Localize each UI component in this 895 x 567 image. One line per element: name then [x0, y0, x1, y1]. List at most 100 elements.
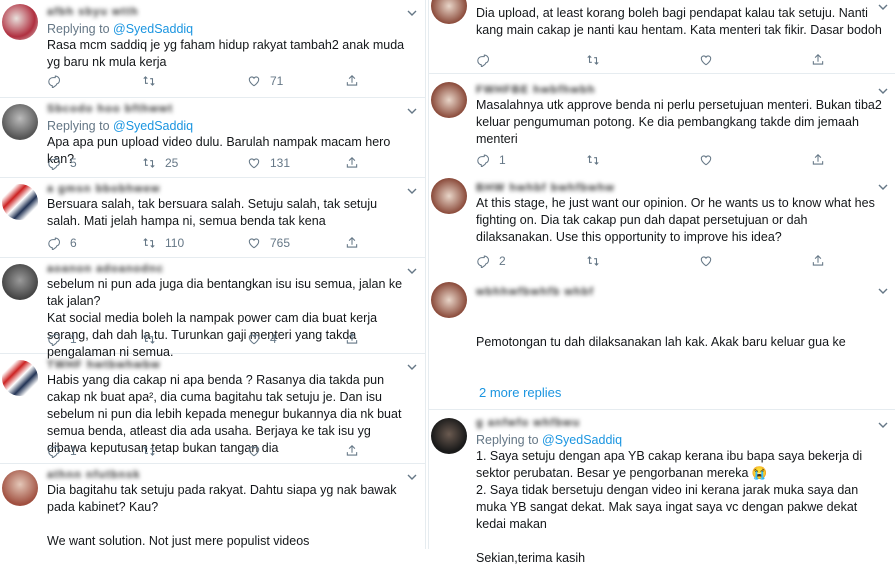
reply-button[interactable]: 5: [47, 155, 77, 171]
author-name[interactable]: TWHF hwtbwhwbw: [47, 359, 411, 372]
retweet-button[interactable]: [142, 331, 165, 347]
like-button[interactable]: [699, 152, 722, 168]
retweet-button[interactable]: [142, 443, 165, 459]
share-button[interactable]: [811, 253, 825, 269]
avatar[interactable]: [431, 178, 467, 214]
author-name[interactable]: FWHFBE hwbfhwbh: [476, 84, 882, 97]
retweet-button[interactable]: 25: [142, 155, 178, 171]
avatar[interactable]: [431, 0, 467, 24]
tweet-text: At this stage, he just want our opinion.…: [476, 196, 875, 244]
retweet-icon: [142, 156, 156, 170]
reply-button[interactable]: 6: [47, 235, 77, 251]
mention-link[interactable]: @SyedSaddiq: [113, 22, 193, 36]
reply-context: Replying to @SyedSaddiq: [47, 118, 411, 134]
reply-button[interactable]: 1: [47, 443, 77, 459]
avatar[interactable]: [2, 4, 38, 40]
like-button[interactable]: [699, 52, 722, 68]
reply-button[interactable]: 2: [476, 253, 506, 269]
like-button[interactable]: 765: [247, 235, 290, 251]
heart-icon: [247, 74, 261, 88]
heart-icon: [247, 156, 261, 170]
tweet[interactable]: athnn nfutbnsk Dia bagitahu tak setuju p…: [0, 464, 425, 549]
author-name[interactable]: BHW hwhbf bwhfbwhw: [476, 182, 882, 195]
tweet-text: Pemotongan tu dah dilaksanakan lah kak. …: [476, 335, 846, 349]
share-button[interactable]: [345, 443, 359, 459]
heart-icon: [247, 332, 261, 346]
tweet-actions: 1 4: [47, 331, 347, 347]
tweet[interactable]: BHW hwhbf bwhfbwhw At this stage, he jus…: [429, 172, 895, 276]
share-button[interactable]: [811, 152, 825, 168]
author-name[interactable]: wbhhwfbwhfb whbf: [476, 286, 882, 299]
mention-link[interactable]: @SyedSaddiq: [113, 119, 193, 133]
share-icon: [345, 236, 359, 250]
like-button[interactable]: [247, 443, 270, 459]
reply-context: Replying to @SyedSaddiq: [47, 21, 411, 37]
share-button[interactable]: [345, 155, 359, 171]
tweet-text: Bersuara salah, tak bersuara salah. Setu…: [47, 197, 378, 228]
tweet-actions: 5 25 131: [47, 155, 347, 171]
reply-button[interactable]: [476, 52, 499, 68]
author-name[interactable]: Sbcodo hoo bfthwwt: [47, 103, 411, 116]
tweet-text: sebelum ni pun ada juga dia bentangkan i…: [47, 277, 403, 359]
tweet[interactable]: afbh sbyu wtth Replying to @SyedSaddiq R…: [0, 0, 425, 98]
tweet-actions: [476, 52, 776, 68]
reply-count: 5: [70, 156, 77, 170]
reply-icon: [47, 444, 61, 458]
reply-button[interactable]: 1: [47, 331, 77, 347]
tweet-text: 1. Saya setuju dengan apa YB cakap keran…: [476, 449, 863, 565]
like-button[interactable]: [699, 253, 722, 269]
like-count: 71: [270, 74, 284, 88]
heart-icon: [699, 254, 713, 268]
avatar[interactable]: [2, 104, 38, 140]
tweet-text: Dia bagitahu tak setuju pada rakyat. Dah…: [47, 483, 397, 548]
author-name[interactable]: g anfwfo whfbwu: [476, 417, 882, 430]
tweet[interactable]: aoanon adoanodnc sebelum ni pun ada juga…: [0, 258, 425, 359]
share-icon: [345, 156, 359, 170]
more-replies-link[interactable]: 2 more replies: [479, 385, 561, 400]
tweet[interactable]: wbhhwfbwhfb whbf Pemotongan tu dah dilak…: [429, 276, 895, 356]
like-button[interactable]: 4: [247, 331, 277, 347]
replies-column-left: afbh sbyu wtth Replying to @SyedSaddiq R…: [0, 0, 426, 549]
tweet[interactable]: Dia upload, at least korang boleh bagi p…: [429, 0, 895, 74]
tweet[interactable]: a gmsn bbobhwew Bersuara salah, tak bers…: [0, 178, 425, 258]
share-icon: [811, 254, 825, 268]
avatar[interactable]: [431, 282, 467, 318]
author-name[interactable]: a gmsn bbobhwew: [47, 183, 411, 196]
like-button[interactable]: 71: [247, 73, 283, 89]
avatar[interactable]: [431, 82, 467, 118]
avatar[interactable]: [2, 470, 38, 506]
heart-icon: [699, 153, 713, 167]
retweet-count: 110: [165, 236, 185, 250]
author-name[interactable]: aoanon adoanodnc: [47, 263, 411, 276]
mention-link[interactable]: @SyedSaddiq: [542, 433, 622, 447]
retweet-button[interactable]: [586, 152, 609, 168]
avatar[interactable]: [2, 264, 38, 300]
reply-context: Replying to @SyedSaddiq: [476, 432, 882, 448]
avatar[interactable]: [431, 418, 467, 454]
retweet-button[interactable]: 110: [142, 235, 184, 251]
avatar[interactable]: [2, 184, 38, 220]
reply-button[interactable]: [47, 73, 70, 89]
share-button[interactable]: [345, 331, 359, 347]
retweet-button[interactable]: [142, 73, 165, 89]
reply-count: 1: [70, 444, 77, 458]
tweet[interactable]: FWHFBE hwbfhwbh Masalahnya utk approve b…: [429, 74, 895, 172]
reply-button[interactable]: 1: [476, 152, 506, 168]
avatar[interactable]: [2, 360, 38, 396]
tweet[interactable]: TWHF hwtbwhwbw Habis yang dia cakap ni a…: [0, 354, 425, 464]
share-icon: [345, 332, 359, 346]
replying-to-label: Replying to: [47, 22, 110, 36]
tweet[interactable]: Sbcodo hoo bfthwwt Replying to @SyedSadd…: [0, 98, 425, 178]
share-button[interactable]: [345, 73, 359, 89]
share-button[interactable]: [811, 52, 825, 68]
retweet-button[interactable]: [586, 52, 609, 68]
tweet[interactable]: g anfwfo whfbwu Replying to @SyedSaddiq …: [429, 410, 895, 565]
retweet-button[interactable]: [586, 253, 609, 269]
tweet-actions: 6 110 765: [47, 235, 347, 251]
like-button[interactable]: 131: [247, 155, 290, 171]
author-name[interactable]: athnn nfutbnsk: [47, 469, 411, 482]
tweet-text: Dia upload, at least korang boleh bagi p…: [476, 6, 882, 37]
author-name[interactable]: afbh sbyu wtth: [47, 6, 411, 19]
share-button[interactable]: [345, 235, 359, 251]
heart-icon: [247, 444, 261, 458]
